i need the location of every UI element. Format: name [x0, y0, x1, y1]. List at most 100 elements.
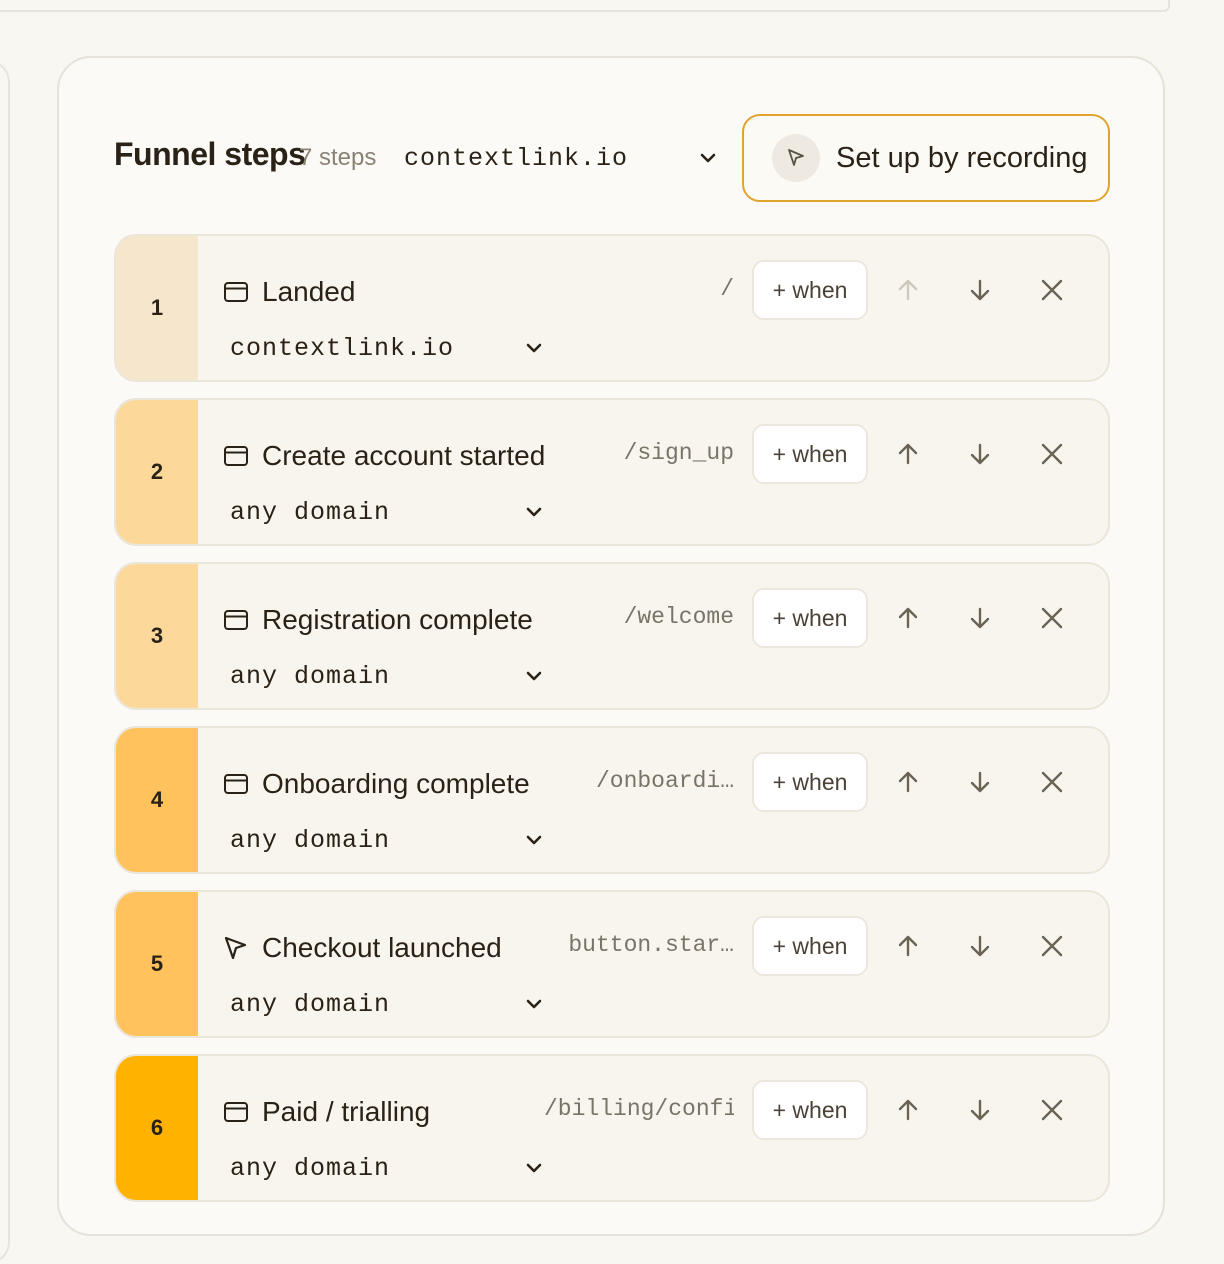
left-panel — [0, 60, 10, 1264]
close-icon — [1041, 443, 1063, 465]
window-icon — [222, 770, 250, 798]
step-path[interactable]: /onboardi… — [596, 768, 734, 794]
move-down-button[interactable] — [964, 766, 996, 798]
move-up-button[interactable] — [892, 602, 924, 634]
step-number: 6 — [116, 1056, 198, 1200]
remove-step-button[interactable] — [1036, 602, 1068, 634]
move-down-button[interactable] — [964, 602, 996, 634]
arrow-up-icon — [898, 607, 918, 629]
chevron-down-icon — [526, 671, 542, 681]
window-icon — [222, 606, 250, 634]
arrow-up-icon — [898, 1099, 918, 1121]
step-domain-select[interactable]: any domain — [230, 820, 550, 860]
step-number: 2 — [116, 400, 198, 544]
arrow-down-icon — [970, 771, 990, 793]
step-count: 7 steps — [299, 144, 377, 171]
domain-select[interactable]: contextlink.io — [404, 134, 724, 182]
close-icon — [1041, 279, 1063, 301]
arrow-down-icon — [970, 607, 990, 629]
step-domain-select[interactable]: any domain — [230, 1148, 550, 1188]
step-domain-select[interactable]: any domain — [230, 984, 550, 1024]
arrow-up-icon — [898, 279, 918, 301]
arrow-down-icon — [970, 935, 990, 957]
step-name-row[interactable]: Onboarding complete — [222, 764, 530, 804]
add-when-button[interactable]: + when — [752, 260, 868, 320]
step-domain-value: contextlink.io — [230, 333, 455, 363]
funnel-header: Funnel steps 7 steps contextlink.io Set … — [114, 114, 1110, 202]
close-icon — [1041, 607, 1063, 629]
close-icon — [1041, 935, 1063, 957]
funnel-step: 2 Create account started/sign_up + when any… — [114, 398, 1110, 546]
move-up-button[interactable] — [892, 766, 924, 798]
arrow-down-icon — [970, 1099, 990, 1121]
step-path[interactable]: button.star… — [568, 932, 734, 958]
step-domain-select[interactable]: any domain — [230, 492, 550, 532]
move-up-button[interactable] — [892, 438, 924, 470]
step-name-row[interactable]: Create account started — [222, 436, 545, 476]
remove-step-button[interactable] — [1036, 438, 1068, 470]
add-when-button[interactable]: + when — [752, 588, 868, 648]
funnel-step: 3 Registration complete/welcome + when any … — [114, 562, 1110, 710]
step-name: Checkout launched — [262, 932, 502, 963]
chevron-down-icon — [526, 999, 542, 1009]
window-icon — [222, 442, 250, 470]
window-icon — [222, 1098, 250, 1126]
add-when-button[interactable]: + when — [752, 1080, 868, 1140]
move-down-button[interactable] — [964, 1094, 996, 1126]
step-number: 1 — [116, 236, 198, 380]
move-down-button[interactable] — [964, 438, 996, 470]
cursor-icon — [222, 934, 250, 962]
move-down-button[interactable] — [964, 274, 996, 306]
remove-step-button[interactable] — [1036, 930, 1068, 962]
domain-select-value: contextlink.io — [404, 143, 629, 173]
step-domain-value: any domain — [230, 825, 391, 855]
add-when-button[interactable]: + when — [752, 424, 868, 484]
close-icon — [1041, 771, 1063, 793]
add-when-button[interactable]: + when — [752, 752, 868, 812]
arrow-down-icon — [970, 443, 990, 465]
remove-step-button[interactable] — [1036, 1094, 1068, 1126]
step-path[interactable]: /welcome — [624, 604, 734, 630]
step-name-row[interactable]: Checkout launched — [222, 928, 502, 968]
arrow-up-icon — [898, 443, 918, 465]
chevron-down-icon — [526, 1163, 542, 1173]
remove-step-button[interactable] — [1036, 766, 1068, 798]
step-number: 5 — [116, 892, 198, 1036]
step-name: Landed — [262, 276, 356, 307]
remove-step-button[interactable] — [1036, 274, 1068, 306]
window-icon — [222, 278, 250, 306]
setup-by-recording-button[interactable]: Set up by recording — [742, 114, 1110, 202]
arrow-up-icon — [898, 771, 918, 793]
funnel-step: 5 Checkout launched button.star… + when any … — [114, 890, 1110, 1038]
funnel-step: 6 Paid / trialling/billing/confi… + when an… — [114, 1054, 1110, 1202]
chevron-down-icon — [526, 507, 542, 517]
funnel-step: 1 Landed / + when contextlink.io — [114, 234, 1110, 382]
move-up-button[interactable] — [892, 930, 924, 962]
step-name: Create account started — [262, 440, 546, 471]
step-domain-value: any domain — [230, 989, 391, 1019]
step-name: Registration complete — [262, 604, 533, 635]
arrow-down-icon — [970, 279, 990, 301]
step-number: 3 — [116, 564, 198, 708]
step-path[interactable]: /billing/confi… — [544, 1096, 734, 1122]
step-domain-select[interactable]: any domain — [230, 656, 550, 696]
funnel-title: Funnel steps — [114, 136, 306, 172]
cursor-icon — [772, 134, 820, 182]
chevron-down-icon — [526, 835, 542, 845]
chevron-down-icon — [526, 343, 542, 353]
move-down-button[interactable] — [964, 930, 996, 962]
step-domain-value: any domain — [230, 661, 391, 691]
step-name-row[interactable]: Paid / trialling — [222, 1092, 430, 1132]
step-name: Onboarding complete — [262, 768, 530, 799]
arrow-up-icon — [898, 935, 918, 957]
chevron-down-icon — [700, 153, 716, 163]
step-path[interactable]: /sign_up — [624, 440, 734, 466]
step-name-row[interactable]: Landed — [222, 272, 355, 312]
move-up-button[interactable] — [892, 274, 924, 306]
step-path[interactable]: / — [720, 276, 734, 302]
step-name-row[interactable]: Registration complete — [222, 600, 533, 640]
step-domain-select[interactable]: contextlink.io — [230, 328, 550, 368]
close-icon — [1041, 1099, 1063, 1121]
add-when-button[interactable]: + when — [752, 916, 868, 976]
move-up-button[interactable] — [892, 1094, 924, 1126]
